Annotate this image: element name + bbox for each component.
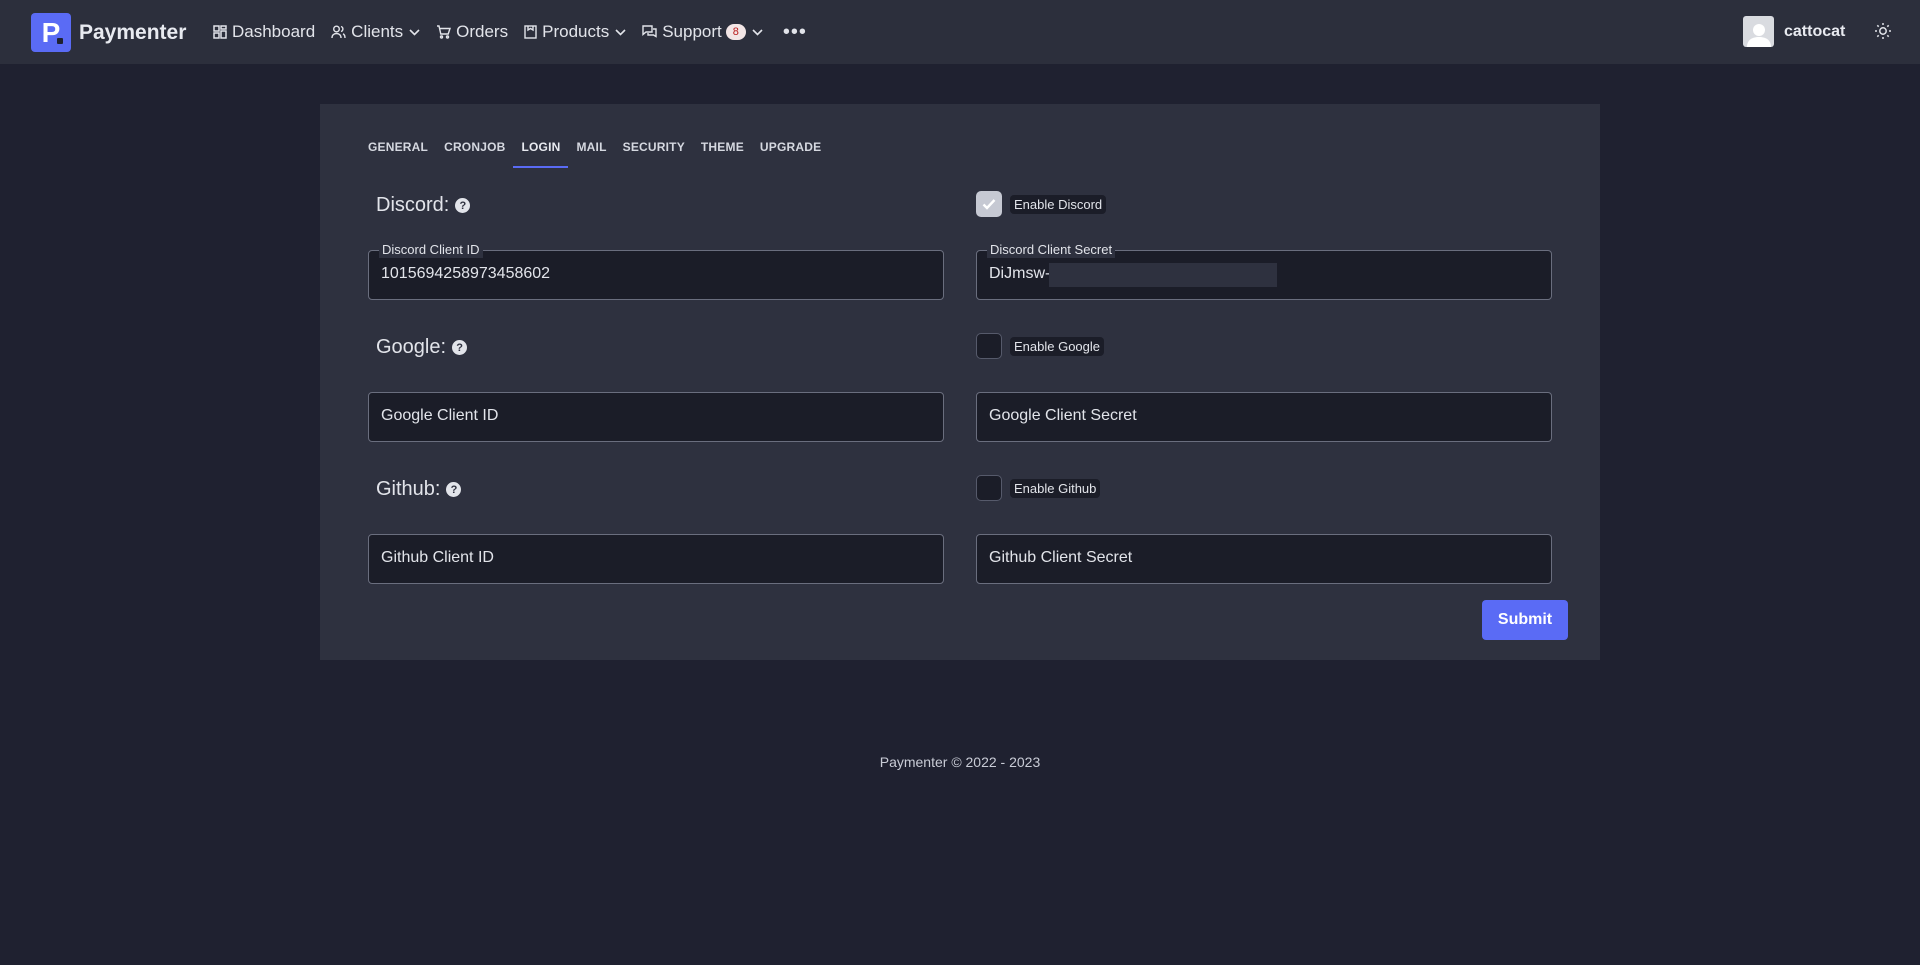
settings-tabs: GENERAL CRONJOB LOGIN MAIL SECURITY THEM…: [360, 132, 829, 168]
nav-label: Orders: [456, 22, 509, 41]
enable-google-toggle[interactable]: Enable Google: [976, 333, 1105, 359]
checkbox-label: Enable Google: [1010, 336, 1105, 356]
nav-item-dashboard[interactable]: Dashboard: [213, 22, 315, 42]
tab-upgrade[interactable]: UPGRADE: [752, 132, 829, 168]
user-silhouette-icon: [1746, 24, 1771, 47]
google-client-id-field: [368, 392, 944, 442]
nav-label: Products: [542, 22, 610, 41]
enable-google-checkbox[interactable]: [976, 333, 1002, 359]
support-count-badge: 8: [725, 24, 746, 40]
field-label: Discord Client ID: [379, 242, 483, 258]
github-client-secret-field: [976, 534, 1552, 584]
nav-item-support[interactable]: Support 8: [642, 22, 763, 42]
enable-github-toggle[interactable]: Enable Github: [976, 475, 1101, 501]
user-menu[interactable]: cattocat: [1743, 16, 1845, 47]
help-icon[interactable]: ?: [455, 198, 471, 213]
nav-label: Support: [662, 22, 722, 41]
tab-theme[interactable]: THEME: [693, 132, 752, 168]
google-client-secret-field: [976, 392, 1552, 442]
top-navbar: P Paymenter Dashboard Clients Orders Pro…: [0, 0, 1920, 64]
section-title-text: Google:: [376, 336, 447, 358]
tab-security[interactable]: SECURITY: [615, 132, 693, 168]
tab-cronjob[interactable]: CRONJOB: [436, 132, 513, 168]
github-section-title: Github: ?: [376, 478, 462, 501]
github-client-id-input[interactable]: [381, 549, 931, 567]
chevron-down-icon: [752, 28, 763, 36]
help-icon[interactable]: ?: [452, 340, 468, 355]
github-client-id-field: [368, 534, 944, 584]
tab-general[interactable]: GENERAL: [360, 132, 436, 168]
section-title-text: Discord:: [376, 194, 450, 216]
nav-item-orders[interactable]: Orders: [436, 22, 508, 42]
checkbox-label: Enable Discord: [1010, 194, 1107, 214]
avatar: [1743, 16, 1774, 47]
checkmark-icon: [982, 199, 996, 210]
nav-item-clients[interactable]: Clients: [331, 22, 420, 42]
discord-client-secret-field: Discord Client Secret: [976, 242, 1552, 300]
field-label: Discord Client Secret: [987, 242, 1116, 258]
discord-client-id-field: Discord Client ID: [368, 242, 944, 300]
tab-login[interactable]: LOGIN: [513, 132, 569, 168]
help-icon[interactable]: ?: [446, 482, 462, 497]
discord-client-id-input[interactable]: [381, 265, 931, 283]
box-icon: [524, 25, 537, 39]
github-client-secret-input[interactable]: [989, 549, 1539, 567]
tab-mail[interactable]: MAIL: [568, 132, 614, 168]
users-icon: [331, 25, 346, 39]
enable-github-checkbox[interactable]: [976, 475, 1002, 501]
google-client-id-input[interactable]: [381, 407, 931, 425]
dashboard-icon: [213, 25, 227, 39]
google-client-secret-input[interactable]: [989, 407, 1539, 425]
enable-discord-toggle[interactable]: Enable Discord: [976, 191, 1107, 217]
logo-icon: P: [31, 13, 71, 52]
submit-button[interactable]: Submit: [1482, 600, 1568, 640]
main-nav: Dashboard Clients Orders Products Suppor…: [213, 0, 807, 64]
enable-discord-checkbox[interactable]: [976, 191, 1002, 217]
nav-label: Clients: [351, 22, 404, 41]
cart-icon: [437, 25, 452, 39]
chat-icon: [642, 25, 657, 38]
chevron-down-icon: [409, 28, 420, 36]
sun-icon[interactable]: [1874, 22, 1892, 40]
brand-logo-link[interactable]: P Paymenter: [31, 13, 186, 52]
redaction-mask: [1049, 263, 1277, 287]
brand-name: Paymenter: [79, 20, 187, 44]
nav-label: Dashboard: [232, 22, 316, 41]
chevron-down-icon: [615, 28, 626, 36]
footer-copyright: Paymenter © 2022 - 2023: [879, 754, 1041, 770]
discord-section-title: Discord: ?: [376, 194, 471, 217]
section-title-text: Github:: [376, 478, 441, 500]
nav-item-products[interactable]: Products: [524, 22, 626, 42]
google-section-title: Google: ?: [376, 336, 468, 359]
user-name: cattocat: [1784, 22, 1846, 40]
checkbox-label: Enable Github: [1010, 478, 1101, 498]
more-menu-icon[interactable]: •••: [783, 21, 807, 44]
settings-card: GENERAL CRONJOB LOGIN MAIL SECURITY THEM…: [320, 104, 1600, 660]
